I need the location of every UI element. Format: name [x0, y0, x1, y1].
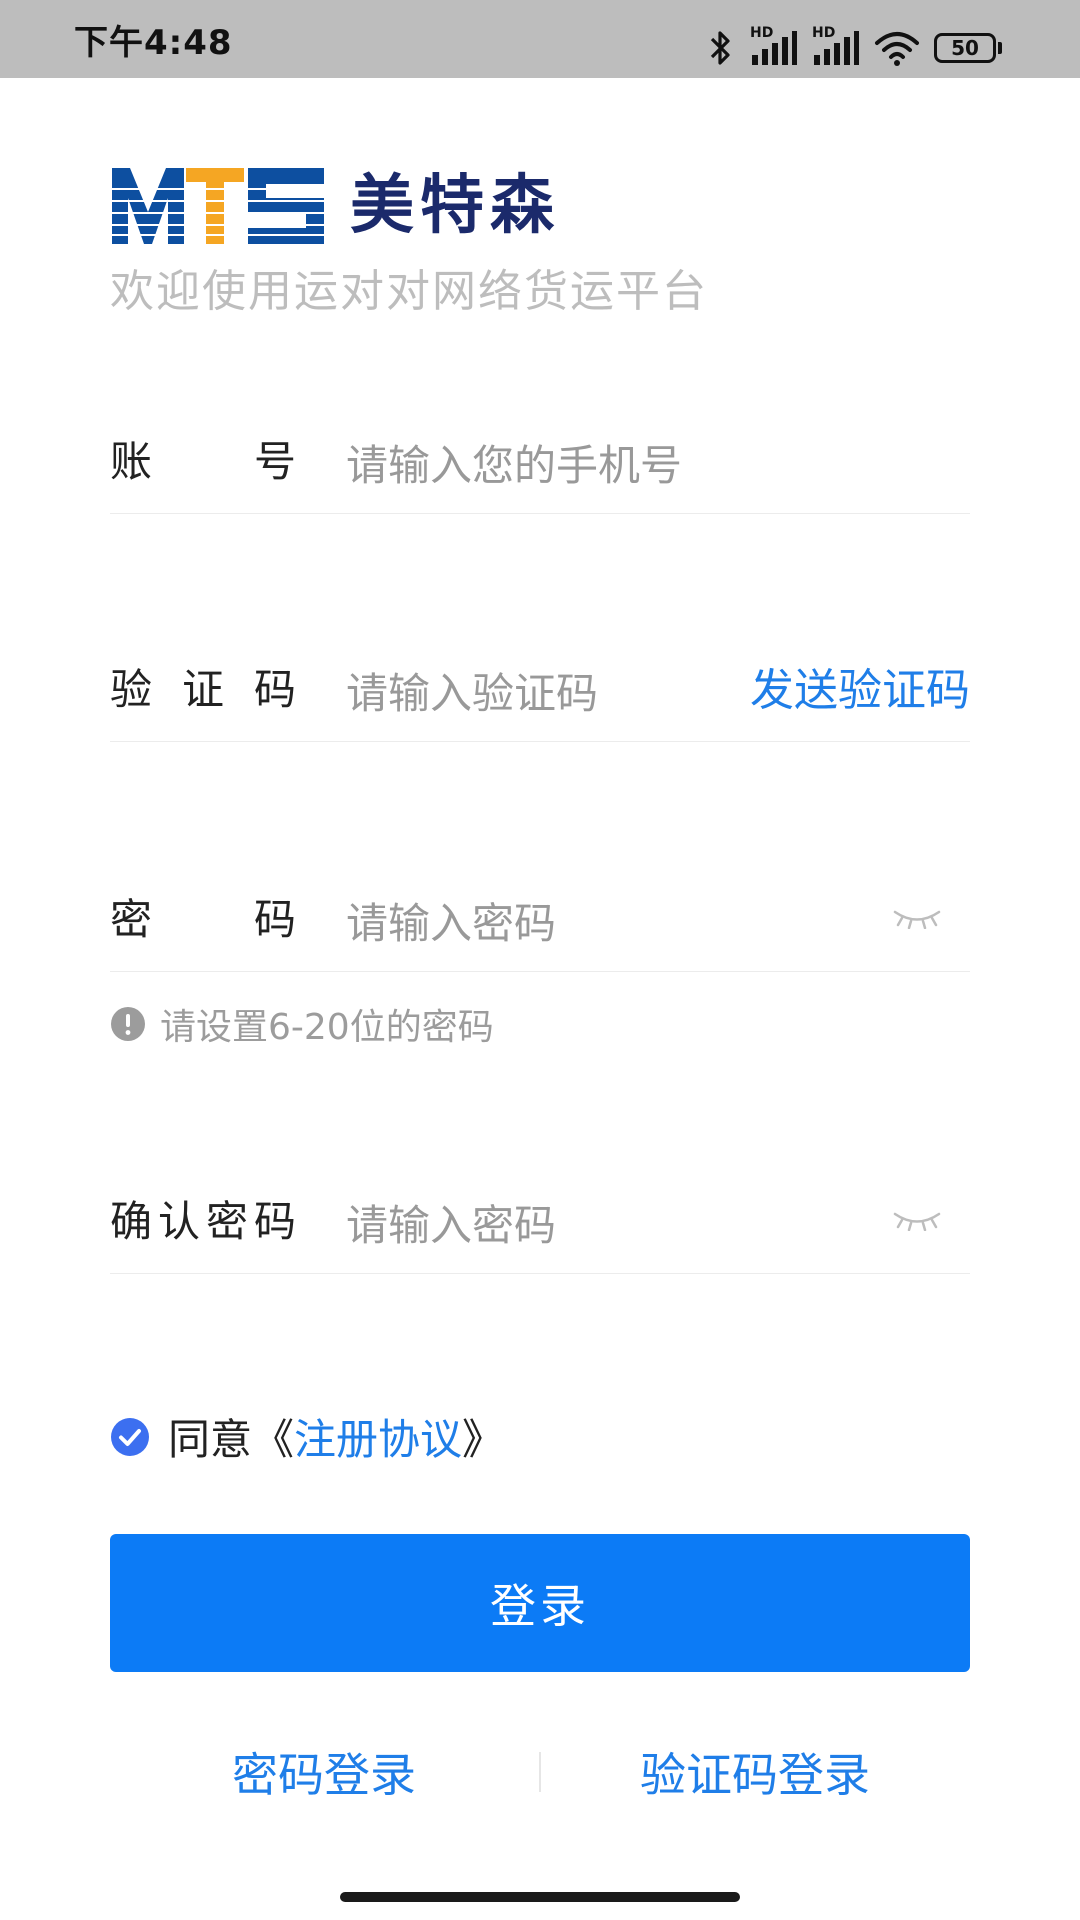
- agreement-prefix: 同意《: [168, 1415, 295, 1464]
- account-input[interactable]: [346, 435, 866, 495]
- code-label: 验证码: [110, 665, 296, 714]
- eye-closed-icon[interactable]: [892, 907, 942, 929]
- battery-icon: 50: [934, 33, 1002, 63]
- confirm-password-label: 确认密码: [110, 1197, 296, 1246]
- password-hint-text: 请设置6-20位的密码: [160, 1007, 494, 1048]
- alt-login-divider: [539, 1752, 541, 1792]
- agreement-suffix: 》: [462, 1415, 505, 1464]
- wifi-icon: [875, 32, 919, 66]
- brand-logo: 美特森: [112, 168, 560, 244]
- agreement-row: 同意《 注册协议 》: [110, 1406, 504, 1467]
- status-bar: 下午4:48 HD HD 50: [0, 0, 1080, 78]
- agreement-link[interactable]: 注册协议: [294, 1406, 462, 1467]
- password-field: 密码: [110, 862, 970, 972]
- eye-closed-icon[interactable]: [892, 1209, 942, 1231]
- code-input[interactable]: [346, 663, 726, 723]
- battery-level: 50: [934, 33, 996, 63]
- signal-icon: HD: [812, 25, 860, 67]
- confirm-password-field: 确认密码: [110, 1164, 970, 1274]
- home-indicator[interactable]: [340, 1892, 740, 1902]
- account-field: 账号: [110, 404, 970, 514]
- login-button[interactable]: 登录: [110, 1534, 970, 1672]
- password-hint: 请设置6-20位的密码: [110, 998, 494, 1050]
- exclamation-circle-icon: [111, 1007, 145, 1041]
- status-icons: HD HD 50: [706, 25, 1002, 68]
- password-input[interactable]: [346, 893, 866, 953]
- password-login-link[interactable]: 密码登录: [232, 1752, 416, 1798]
- welcome-text: 欢迎使用运对对网络货运平台: [110, 266, 708, 317]
- code-field: 验证码 发送验证码: [110, 632, 970, 742]
- status-time: 下午4:48: [74, 23, 233, 63]
- brand-name: 美特森: [350, 169, 560, 243]
- bluetooth-icon: [710, 31, 730, 65]
- account-label: 账号: [110, 437, 296, 486]
- confirm-password-input[interactable]: [346, 1195, 866, 1255]
- check-circle-icon[interactable]: [110, 1417, 150, 1457]
- logo-mark-icon: [112, 168, 324, 244]
- signal-icon: HD: [750, 25, 798, 67]
- code-login-link[interactable]: 验证码登录: [640, 1752, 870, 1798]
- password-label: 密码: [110, 895, 296, 944]
- send-code-button[interactable]: 发送验证码: [750, 669, 970, 713]
